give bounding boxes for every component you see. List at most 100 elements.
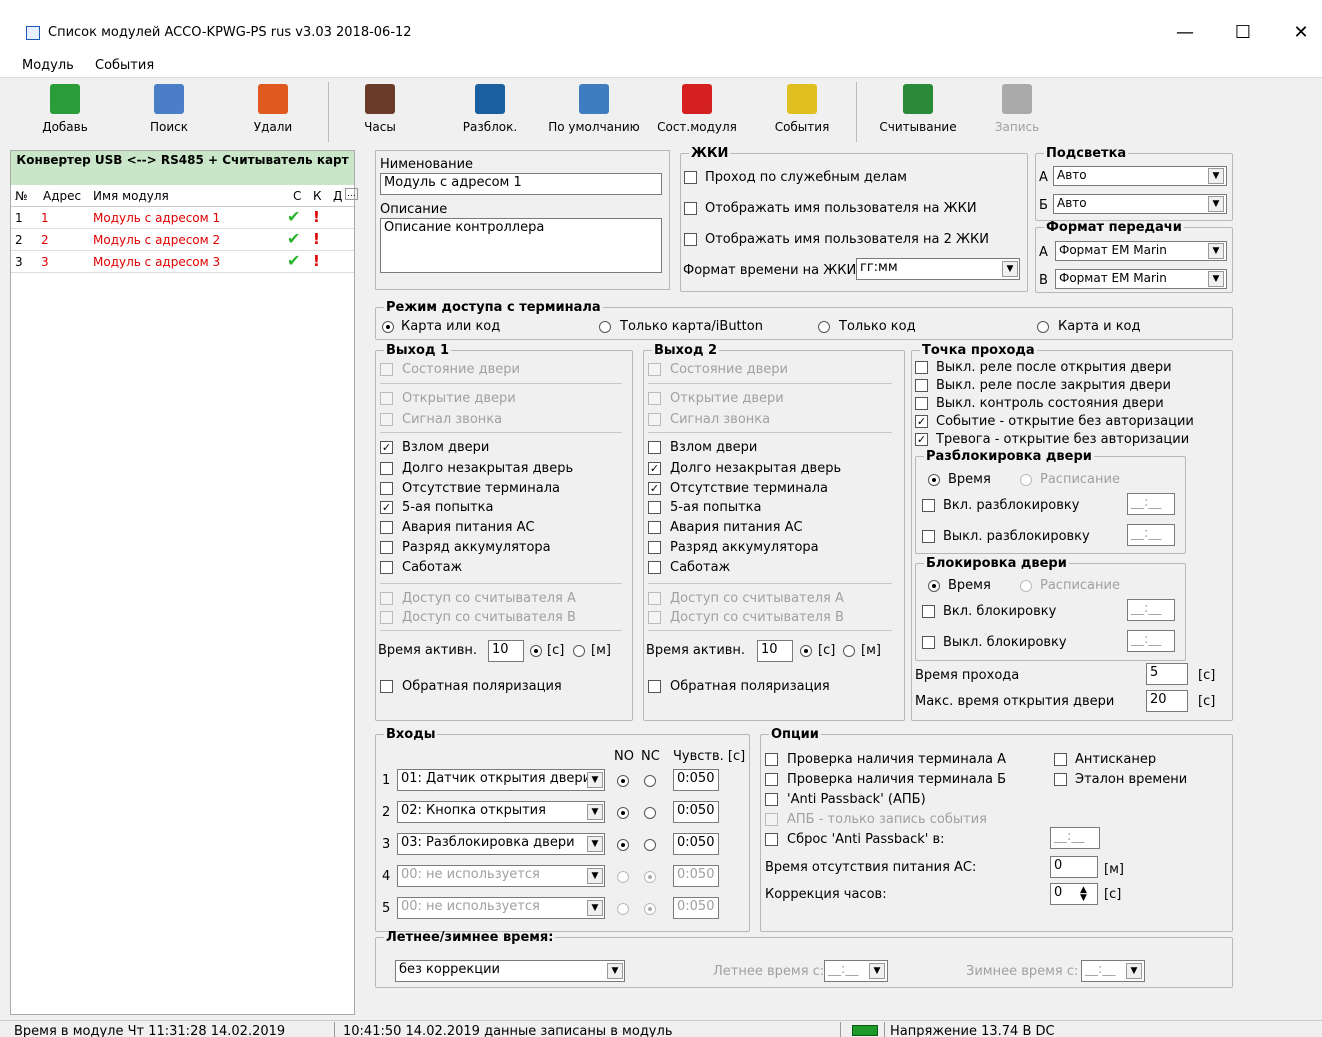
option-antiscanner-checkbox[interactable]	[1054, 753, 1067, 766]
input-5-sens-input[interactable]: 0:050	[673, 897, 719, 919]
access-card-or-code-radio[interactable]	[382, 321, 394, 333]
option-apb-log-only-checkbox[interactable]	[765, 813, 778, 826]
maximize-button[interactable]: ☐	[1228, 22, 1258, 43]
lcd-service-checkbox[interactable]	[684, 171, 697, 184]
write-button[interactable]: Запись	[982, 80, 1052, 144]
chevron-down-icon[interactable]: ▼	[607, 963, 623, 979]
out1-long-open-checkbox[interactable]	[380, 462, 393, 475]
out2-access-b-checkbox[interactable]	[648, 611, 661, 624]
point-relay-after-close-checkbox[interactable]	[915, 379, 928, 392]
out1-access-b-checkbox[interactable]	[380, 611, 393, 624]
out1-sec-radio[interactable]	[530, 645, 542, 657]
point-door-control-checkbox[interactable]	[915, 397, 928, 410]
out2-tamper-checkbox[interactable]	[648, 561, 661, 574]
out2-break-checkbox[interactable]	[648, 441, 661, 454]
option-apb-reset-checkbox[interactable]	[765, 833, 778, 846]
unlock-off-checkbox[interactable]	[922, 530, 935, 543]
clock-button[interactable]: Часы	[350, 80, 410, 144]
chevron-down-icon[interactable]: ▼	[587, 772, 603, 788]
out2-sec-radio[interactable]	[800, 645, 812, 657]
module-row[interactable]: 1 1 Модуль с адресом 1 ✔!	[11, 207, 354, 229]
read-button[interactable]: Считывание	[868, 80, 968, 144]
apb-reset-time-input[interactable]: __:__	[1050, 827, 1100, 849]
chevron-down-icon[interactable]: ▼	[587, 868, 603, 884]
input-3-select[interactable]: 03: Разблокировка двери	[397, 833, 605, 855]
description-input[interactable]: Описание контроллера	[380, 218, 662, 273]
pass-time-input[interactable]: 5	[1146, 663, 1188, 685]
columns-more-button[interactable]: ...	[345, 188, 358, 200]
chevron-down-icon[interactable]: ▼	[587, 804, 603, 820]
out2-door-state-checkbox[interactable]	[648, 363, 661, 376]
time-format-select[interactable]: гг:мм	[856, 258, 1020, 280]
out2-fifth-attempt-checkbox[interactable]	[648, 501, 661, 514]
input-2-no-radio[interactable]	[617, 807, 629, 819]
out1-door-state-checkbox[interactable]	[380, 363, 393, 376]
clock-correction-input[interactable]: 0	[1050, 883, 1098, 905]
unlock-on-checkbox[interactable]	[922, 499, 935, 512]
delete-button[interactable]: Удали	[238, 80, 308, 144]
input-5-nc-radio[interactable]	[644, 903, 656, 915]
module-state-button[interactable]: Сост.модуля	[652, 80, 742, 144]
out1-tamper-checkbox[interactable]	[380, 561, 393, 574]
menu-module[interactable]: Модуль	[22, 58, 74, 73]
chevron-down-icon[interactable]: ▼	[1208, 168, 1224, 184]
input-1-select[interactable]: 01: Датчик открытия двери	[397, 769, 605, 791]
module-row[interactable]: 2 2 Модуль с адресом 2 ✔!	[11, 229, 354, 251]
minimize-button[interactable]: —	[1170, 22, 1200, 43]
lcd-user2-checkbox[interactable]	[684, 233, 697, 246]
chevron-down-icon[interactable]: ▼	[869, 963, 885, 979]
lcd-user1-checkbox[interactable]	[684, 202, 697, 215]
access-card-only-radio[interactable]	[599, 321, 611, 333]
input-4-select[interactable]: 00: не используется	[397, 865, 605, 887]
chevron-down-icon[interactable]: ▼	[587, 900, 603, 916]
out1-ac-fail-checkbox[interactable]	[380, 521, 393, 534]
lock-schedule-radio[interactable]	[1020, 580, 1032, 592]
input-4-sens-input[interactable]: 0:050	[673, 865, 719, 887]
option-antipassback-checkbox[interactable]	[765, 793, 778, 806]
input-2-sens-input[interactable]: 0:050	[673, 801, 719, 823]
events-button[interactable]: События	[762, 80, 842, 144]
out1-min-radio[interactable]	[573, 645, 585, 657]
out2-door-open-checkbox[interactable]	[648, 392, 661, 405]
input-1-nc-radio[interactable]	[644, 775, 656, 787]
out2-bell-checkbox[interactable]	[648, 413, 661, 426]
lock-time-radio[interactable]	[928, 580, 940, 592]
point-event-unauth-checkbox[interactable]: ✓	[915, 415, 928, 428]
out2-inverse-checkbox[interactable]	[648, 680, 661, 693]
chevron-down-icon[interactable]: ▼	[1002, 261, 1018, 277]
out2-active-time-input[interactable]: 10	[757, 640, 793, 662]
point-relay-after-open-checkbox[interactable]	[915, 361, 928, 374]
input-2-nc-radio[interactable]	[644, 807, 656, 819]
input-3-sens-input[interactable]: 0:050	[673, 833, 719, 855]
unlock-schedule-radio[interactable]	[1020, 474, 1032, 486]
lock-on-time-input[interactable]: __:__	[1127, 599, 1175, 621]
out1-access-a-checkbox[interactable]	[380, 592, 393, 605]
out2-ac-fail-checkbox[interactable]	[648, 521, 661, 534]
chevron-down-icon[interactable]: ▼	[1208, 243, 1224, 259]
access-code-only-radio[interactable]	[818, 321, 830, 333]
spinner-icon[interactable]: ▲ ▼	[1080, 886, 1087, 903]
ac-absence-input[interactable]: 0	[1050, 856, 1098, 878]
dst-select[interactable]: без коррекции	[395, 960, 625, 982]
out2-min-radio[interactable]	[843, 645, 855, 657]
transfer-b-select[interactable]: Формат EM Marin	[1055, 269, 1227, 289]
input-1-sens-input[interactable]: 0:050	[673, 769, 719, 791]
out1-bell-checkbox[interactable]	[380, 413, 393, 426]
out1-inverse-checkbox[interactable]	[380, 680, 393, 693]
module-name-input[interactable]: Модуль с адресом 1	[380, 173, 662, 195]
out1-break-checkbox[interactable]: ✓	[380, 441, 393, 454]
defaults-button[interactable]: По умолчанию	[544, 80, 644, 144]
input-4-nc-radio[interactable]	[644, 871, 656, 883]
option-terminal-b-checkbox[interactable]	[765, 773, 778, 786]
input-3-nc-radio[interactable]	[644, 839, 656, 851]
point-alarm-unauth-checkbox[interactable]: ✓	[915, 433, 928, 446]
out2-no-terminal-checkbox[interactable]: ✓	[648, 482, 661, 495]
chevron-down-icon[interactable]: ▼	[1208, 196, 1224, 212]
add-button[interactable]: Добавь	[30, 80, 100, 144]
unlock-off-time-input[interactable]: __:__	[1127, 524, 1175, 546]
backlight-a-select[interactable]: Авто	[1053, 166, 1227, 186]
input-2-select[interactable]: 02: Кнопка открытия	[397, 801, 605, 823]
out2-long-open-checkbox[interactable]: ✓	[648, 462, 661, 475]
backlight-b-select[interactable]: Авто	[1053, 194, 1227, 214]
out2-access-a-checkbox[interactable]	[648, 592, 661, 605]
